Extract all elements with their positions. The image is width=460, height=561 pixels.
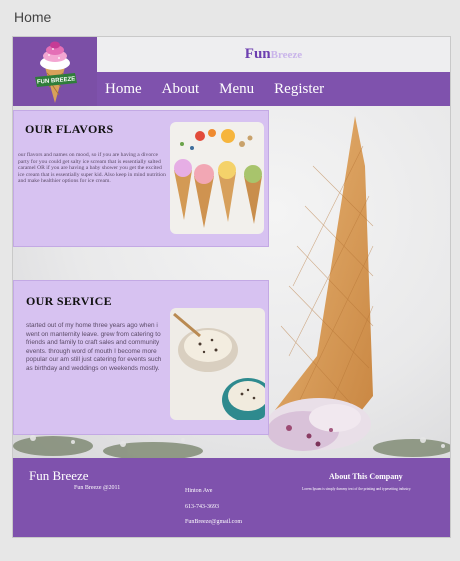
website-preview: FUN BREEZE FunBreeze Home About Menu Reg… xyxy=(12,36,451,538)
ice-cream-cones-image xyxy=(174,129,262,228)
brand-bar: FunBreeze xyxy=(97,37,450,72)
flavors-title: OUR FLAVORS xyxy=(25,122,114,136)
footer-copyright: Fun Breeze @2011 xyxy=(74,485,121,491)
footer-about-title: About This Company xyxy=(329,472,403,481)
nav-menu[interactable]: Menu xyxy=(219,81,254,98)
service-text: started out of my home three years ago w… xyxy=(26,322,162,372)
footer-phone: 613-743-3693 xyxy=(185,504,219,510)
service-photo xyxy=(170,308,265,420)
footer-address: Hinton Ave xyxy=(185,488,213,494)
ice-cream-logo-icon xyxy=(35,41,77,103)
logo-area[interactable]: FUN BREEZE xyxy=(13,37,97,106)
flavors-text: our flavors and names on mood, so if you… xyxy=(18,152,166,185)
brand-breeze: Breeze xyxy=(270,49,303,61)
footer-brand: Fun Breeze xyxy=(29,468,89,483)
nav-about[interactable]: About xyxy=(162,81,200,98)
page-tab-title: Home xyxy=(14,9,52,25)
main-nav: Home About Menu Register xyxy=(97,72,450,106)
brand-fun: Fun xyxy=(244,46,271,62)
service-card: OUR SERVICE started out of my home three… xyxy=(13,280,269,435)
flavors-card: OUR FLAVORS our flavors and names on moo… xyxy=(13,110,269,247)
ice-cream-bowls-image xyxy=(173,312,265,420)
flavors-photo xyxy=(170,122,264,234)
footer-about-text: Lorem Ipsum is simply dummy text of the … xyxy=(302,487,412,491)
site-footer: Fun Breeze Fun Breeze @2011 Hinton Ave 6… xyxy=(13,458,450,537)
nav-home[interactable]: Home xyxy=(105,81,142,98)
nav-register[interactable]: Register xyxy=(274,81,324,98)
service-title: OUR SERVICE xyxy=(26,294,112,308)
footer-email[interactable]: FunBreeze@gmail.com xyxy=(185,519,242,525)
